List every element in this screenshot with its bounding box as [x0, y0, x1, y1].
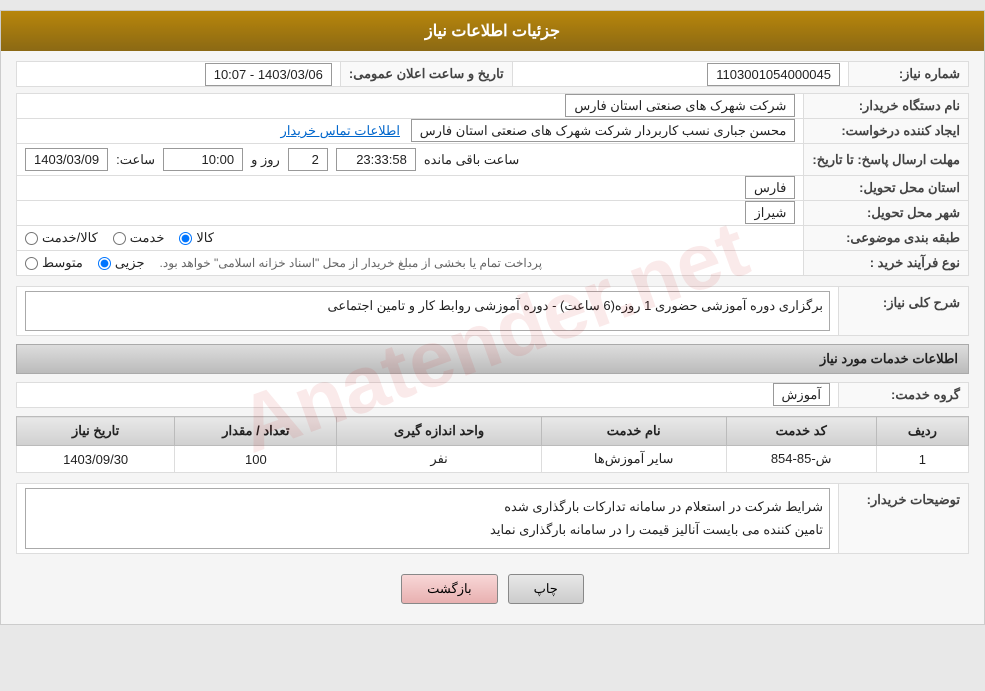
purchase-notice: پرداخت تمام یا بخشی از مبلغ خریدار از مح… — [160, 256, 543, 270]
need-number-label: شماره نیاز: — [849, 62, 969, 87]
table-cell-date: 1403/09/30 — [17, 446, 175, 473]
radio-jozei[interactable]: جزیی — [98, 255, 145, 271]
deadline-date-input: 1403/03/09 — [25, 148, 108, 171]
back-button[interactable]: بازگشت — [401, 574, 497, 604]
buyer-org-value: شرکت شهرک های صنعتی استان فارس — [17, 94, 804, 119]
col-unit: واحد اندازه گیری — [337, 417, 541, 446]
table-row: 1ش-85-854سایر آموزش‌هانفر1001403/09/30 — [17, 446, 969, 473]
creator-input: محسن جباری نسب کاربردار شرکت شهرک های صن… — [411, 119, 796, 142]
city-value: شیراز — [17, 201, 804, 226]
table-cell-name: سایر آموزش‌ها — [541, 446, 726, 473]
radio-kala-khadamat[interactable]: کالا/خدمت — [25, 230, 98, 246]
need-number-value: 1103001054000045 — [512, 62, 848, 87]
category-label: طبقه بندی موضوعی: — [804, 226, 969, 251]
radio-khadamat-input[interactable] — [113, 232, 126, 245]
radio-khadamat-label: خدمت — [130, 230, 165, 246]
description-textarea: برگزاری دوره آموزشی حضوری 1 روزه(6 ساعت)… — [25, 291, 830, 331]
deadline-days-input: 2 — [288, 148, 328, 171]
services-table: ردیف کد خدمت نام خدمت واحد اندازه گیری ت… — [16, 416, 969, 473]
deadline-remaining-label: ساعت باقی مانده — [424, 152, 519, 168]
table-cell-quantity: 100 — [175, 446, 337, 473]
need-number-input: 1103001054000045 — [707, 63, 840, 86]
table-cell-row: 1 — [876, 446, 968, 473]
deadline-remaining-input: 23:33:58 — [336, 148, 416, 171]
creator-value: محسن جباری نسب کاربردار شرکت شهرک های صن… — [17, 119, 804, 144]
service-group-value: آموزش — [17, 383, 839, 408]
deadline-day-label: روز و — [251, 152, 280, 168]
radio-motavaset-input[interactable] — [25, 257, 38, 270]
buyer-notes-value: شرایط شرکت در استعلام در سامانه تدارکات … — [17, 484, 839, 554]
radio-jozei-input[interactable] — [98, 257, 111, 270]
table-cell-code: ش-85-854 — [726, 446, 876, 473]
buyer-notes-label: توضیحات خریدار: — [839, 484, 969, 554]
category-radios: کالا/خدمت خدمت کالا — [17, 226, 804, 251]
radio-kala-input[interactable] — [179, 232, 192, 245]
col-code: کد خدمت — [726, 417, 876, 446]
creator-label: ایجاد کننده درخواست: — [804, 119, 969, 144]
province-label: استان محل تحویل: — [804, 176, 969, 201]
radio-kala-khadamat-label: کالا/خدمت — [42, 230, 98, 246]
province-input: فارس — [745, 176, 795, 199]
city-label: شهر محل تحویل: — [804, 201, 969, 226]
radio-kala-label: کالا — [196, 230, 214, 246]
col-date: تاریخ نیاز — [17, 417, 175, 446]
radio-motavaset[interactable]: متوسط — [25, 255, 83, 271]
radio-jozei-label: جزیی — [115, 255, 145, 271]
radio-motavaset-label: متوسط — [42, 255, 83, 271]
col-quantity: تعداد / مقدار — [175, 417, 337, 446]
service-info-title: اطلاعات خدمات مورد نیاز — [16, 344, 969, 374]
page-header: جزئیات اطلاعات نیاز — [1, 11, 984, 51]
service-group-input: آموزش — [773, 383, 830, 406]
purchase-type-row: متوسط جزیی پرداخت تمام یا بخشی از مبلغ خ… — [17, 251, 804, 276]
deadline-label: مهلت ارسال پاسخ: تا تاریخ: — [804, 144, 969, 176]
description-label: شرح کلی نیاز: — [839, 287, 969, 336]
col-name: نام خدمت — [541, 417, 726, 446]
button-row: بازگشت چاپ — [16, 564, 969, 614]
announcement-date-value: 1403/03/06 - 10:07 — [17, 62, 341, 87]
radio-kala[interactable]: کالا — [179, 230, 214, 246]
contact-link[interactable]: اطلاعات تماس خریدار — [281, 123, 400, 138]
print-button[interactable]: چاپ — [508, 574, 584, 604]
table-cell-unit: نفر — [337, 446, 541, 473]
radio-kala-khadamat-input[interactable] — [25, 232, 38, 245]
announcement-date-label: تاریخ و ساعت اعلان عمومی: — [340, 62, 512, 87]
deadline-row: 1403/03/09 ساعت: 10:00 روز و 2 23:33:58 … — [17, 144, 804, 176]
col-row: ردیف — [876, 417, 968, 446]
deadline-time-label: ساعت: — [116, 152, 155, 168]
buyer-notes-textarea: شرایط شرکت در استعلام در سامانه تدارکات … — [25, 488, 830, 549]
description-value: برگزاری دوره آموزشی حضوری 1 روزه(6 ساعت)… — [17, 287, 839, 336]
purchase-type-label: نوع فرآیند خرید : — [804, 251, 969, 276]
city-input: شیراز — [745, 201, 795, 224]
buyer-org-label: نام دستگاه خریدار: — [804, 94, 969, 119]
deadline-time-input: 10:00 — [163, 148, 243, 171]
province-value: فارس — [17, 176, 804, 201]
buyer-org-input: شرکت شهرک های صنعتی استان فارس — [565, 94, 795, 117]
service-group-label: گروه خدمت: — [839, 383, 969, 408]
radio-khadamat[interactable]: خدمت — [113, 230, 165, 246]
announcement-date-input: 1403/03/06 - 10:07 — [205, 63, 332, 86]
